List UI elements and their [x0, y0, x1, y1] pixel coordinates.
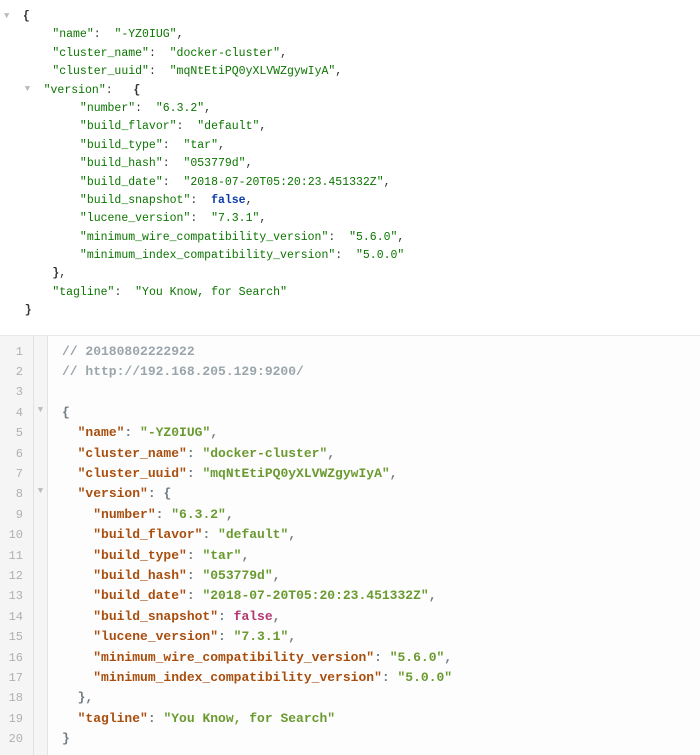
- json-value: "mqNtEtiPQ0yXLVWZgywIyA": [202, 466, 389, 481]
- json-value: "2018-07-20T05:20:23.451332Z": [202, 588, 428, 603]
- code-comment: // http://192.168.205.129:9200/: [62, 364, 304, 379]
- json-value: "053779d": [202, 568, 272, 583]
- json-value: "6.3.2": [156, 102, 204, 115]
- fold-icon[interactable]: ▼: [36, 403, 45, 423]
- json-value: "053779d": [183, 157, 245, 170]
- fold-icon[interactable]: ▼: [25, 82, 37, 96]
- json-key: "build_snapshot": [93, 609, 218, 624]
- json-value: "-YZ0IUG": [140, 425, 210, 440]
- brace-close: }: [62, 731, 70, 746]
- json-key: "number": [93, 507, 155, 522]
- code-editor-panel: 1234567891011121314151617181920 ▼▼ // 20…: [0, 335, 700, 755]
- json-key: "name": [52, 28, 93, 41]
- code-content[interactable]: // 20180802222922 // http://192.168.205.…: [48, 336, 452, 755]
- json-value: "default": [218, 527, 288, 542]
- json-key: "cluster_name": [78, 446, 187, 461]
- json-value: "tar": [183, 139, 218, 152]
- fold-icon[interactable]: ▼: [36, 484, 45, 504]
- json-value: "docker-cluster": [202, 446, 327, 461]
- json-key: "lucene_version": [80, 212, 190, 225]
- json-key: "cluster_uuid": [78, 466, 187, 481]
- json-key: "build_type": [93, 548, 187, 563]
- json-key: "minimum_wire_compatibility_version": [93, 650, 374, 665]
- json-value: "6.3.2": [171, 507, 226, 522]
- line-number-gutter: 1234567891011121314151617181920: [0, 336, 34, 755]
- json-value: "5.0.0": [356, 249, 404, 262]
- json-value: "5.6.0": [390, 650, 445, 665]
- json-key: "build_hash": [80, 157, 163, 170]
- json-key: "number": [80, 102, 135, 115]
- json-key: "build_flavor": [93, 527, 202, 542]
- json-value: false: [234, 609, 273, 624]
- json-key: "build_snapshot": [80, 194, 190, 207]
- json-value: "default": [197, 120, 259, 133]
- json-value: "5.6.0": [349, 231, 397, 244]
- json-value: "mqNtEtiPQ0yXLVWZgywIyA": [170, 65, 336, 78]
- json-value: "2018-07-20T05:20:23.451332Z": [183, 176, 383, 189]
- json-key: "minimum_index_compatibility_version": [80, 249, 335, 262]
- json-value: "docker-cluster": [170, 47, 280, 60]
- brace-open: {: [62, 405, 70, 420]
- json-key: "name": [78, 425, 125, 440]
- json-value: false: [211, 194, 246, 207]
- json-value: "7.3.1": [234, 629, 289, 644]
- json-key: "version": [44, 84, 106, 97]
- json-key: "minimum_wire_compatibility_version": [80, 231, 328, 244]
- json-value: "5.0.0": [397, 670, 452, 685]
- json-key: "version": [78, 486, 148, 501]
- json-key: "tagline": [52, 286, 114, 299]
- json-key: "build_type": [80, 139, 163, 152]
- fold-icon[interactable]: ▼: [4, 9, 16, 23]
- json-key: "minimum_index_compatibility_version": [93, 670, 382, 685]
- json-key: "cluster_uuid": [52, 65, 149, 78]
- json-key: "lucene_version": [93, 629, 218, 644]
- brace-open: {: [23, 10, 30, 23]
- json-value: "-YZ0IUG": [114, 28, 176, 41]
- json-key: "build_hash": [93, 568, 187, 583]
- code-comment: // 20180802222922: [62, 344, 195, 359]
- json-tree-panel: ▼ { "name": "-YZ0IUG", "cluster_name": "…: [0, 0, 700, 335]
- json-value: "You Know, for Search": [135, 286, 287, 299]
- json-key: "tagline": [78, 711, 148, 726]
- json-value: "You Know, for Search": [163, 711, 335, 726]
- json-value: "tar": [202, 548, 241, 563]
- brace-close: }: [25, 304, 32, 317]
- json-value: "7.3.1": [211, 212, 259, 225]
- json-key: "build_flavor": [80, 120, 177, 133]
- json-key: "build_date": [80, 176, 163, 189]
- fold-gutter: ▼▼: [34, 336, 48, 755]
- json-key: "cluster_name": [52, 47, 149, 60]
- json-key: "build_date": [93, 588, 187, 603]
